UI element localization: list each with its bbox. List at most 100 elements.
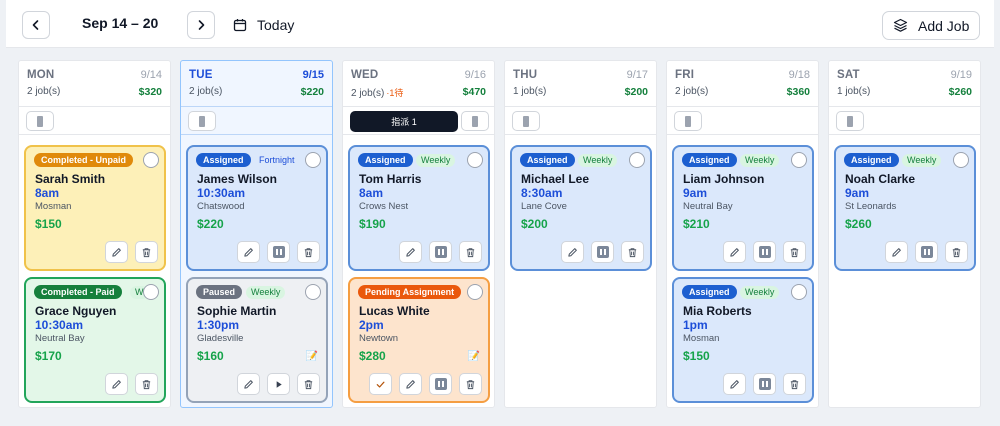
pause-button[interactable]	[753, 373, 776, 395]
prev-week-button[interactable]	[22, 11, 50, 39]
pause-button[interactable]	[753, 241, 776, 263]
suburb: St Leonards	[845, 201, 897, 212]
job-time: 8:30am	[521, 186, 563, 200]
edit-button[interactable]	[105, 373, 128, 395]
day-total: $220	[300, 86, 324, 98]
trash-icon	[952, 247, 961, 257]
suburb: Mosman	[683, 333, 720, 344]
delete-button[interactable]	[459, 373, 482, 395]
select-checkbox[interactable]	[791, 152, 807, 168]
edit-button[interactable]	[723, 373, 746, 395]
select-checkbox[interactable]	[305, 152, 321, 168]
panel-icon	[37, 115, 43, 127]
pause-button[interactable]	[429, 241, 452, 263]
day-toggle-button[interactable]	[188, 111, 216, 131]
job-price: $200	[521, 217, 548, 231]
edit-button[interactable]	[105, 241, 128, 263]
job-time: 9am	[683, 186, 708, 200]
delete-button[interactable]	[621, 241, 644, 263]
status-badge: Assigned	[196, 153, 251, 167]
select-checkbox[interactable]	[305, 284, 321, 300]
select-checkbox[interactable]	[791, 284, 807, 300]
job-count: 2 job(s)	[675, 86, 709, 97]
delete-button[interactable]	[297, 241, 320, 263]
select-checkbox[interactable]	[143, 152, 159, 168]
edit-button[interactable]	[237, 241, 260, 263]
add-job-button[interactable]: Add Job	[882, 11, 980, 40]
pause-icon	[434, 378, 447, 390]
day-tools	[667, 107, 818, 135]
status-badge: Assigned	[682, 153, 737, 167]
next-week-button[interactable]	[187, 11, 215, 39]
status-badge: Paused	[196, 285, 243, 299]
pause-button[interactable]	[591, 241, 614, 263]
day-toggle-button[interactable]	[836, 111, 864, 131]
job-price: $280	[359, 349, 386, 363]
day-date: 9/17	[626, 69, 648, 81]
dispatch-button[interactable]: 指派 1	[350, 111, 458, 132]
panel-icon	[472, 115, 478, 127]
day-toggle-button[interactable]	[26, 111, 54, 131]
delete-button[interactable]	[135, 373, 158, 395]
delete-button[interactable]	[297, 373, 320, 395]
suburb: Mosman	[35, 201, 72, 212]
select-checkbox[interactable]	[143, 284, 159, 300]
trash-icon	[304, 379, 313, 389]
job-time: 8am	[359, 186, 384, 200]
select-checkbox[interactable]	[953, 152, 969, 168]
pause-button[interactable]	[429, 373, 452, 395]
day-toggle-button[interactable]	[461, 111, 489, 131]
job-card[interactable]: Assigned Weekly Michael Lee 8:30am Lane …	[510, 145, 652, 271]
job-count: 1 job(s)	[513, 86, 547, 97]
delete-button[interactable]	[459, 241, 482, 263]
delete-button[interactable]	[783, 241, 806, 263]
job-card[interactable]: Assigned Weekly Liam Johnson 9am Neutral…	[672, 145, 814, 271]
client-name: Grace Nguyen	[35, 304, 117, 318]
pause-icon	[596, 246, 609, 258]
job-card[interactable]: Assigned Weekly Mia Roberts 1pm Mosman $…	[672, 277, 814, 403]
job-card[interactable]: Assigned Weekly Tom Harris 8am Crows Nes…	[348, 145, 490, 271]
edit-button[interactable]	[885, 241, 908, 263]
status-badge: Assigned	[520, 153, 575, 167]
job-card[interactable]: Pending Assignment Lucas White 2pm Newto…	[348, 277, 490, 403]
suburb: Neutral Bay	[35, 333, 85, 344]
day-header: FRI 9/18 2 job(s) $360	[667, 61, 818, 107]
pause-button[interactable]	[267, 241, 290, 263]
suburb: Newtown	[359, 333, 399, 344]
delete-button[interactable]	[135, 241, 158, 263]
edit-button[interactable]	[399, 373, 422, 395]
day-total: $260	[948, 86, 972, 98]
delete-button[interactable]	[945, 241, 968, 263]
today-button[interactable]: Today	[233, 11, 294, 39]
job-card[interactable]: Assigned Fortnight James Wilson 10:30am …	[186, 145, 328, 271]
job-card[interactable]: Paused Weekly Sophie Martin 1:30pm Glade…	[186, 277, 328, 403]
trash-icon	[142, 247, 151, 257]
select-checkbox[interactable]	[467, 152, 483, 168]
job-card[interactable]: Completed - Paid W Grace Nguyen 10:30am …	[24, 277, 166, 403]
day-tools	[505, 107, 656, 135]
trash-icon	[790, 379, 799, 389]
delete-button[interactable]	[783, 373, 806, 395]
edit-button[interactable]	[237, 373, 260, 395]
job-card[interactable]: Assigned Weekly Noah Clarke 9am St Leona…	[834, 145, 976, 271]
suburb: Chatswood	[197, 201, 245, 212]
note-icon: 📝	[467, 351, 480, 362]
job-card[interactable]: Completed - Unpaid Sarah Smith 8am Mosma…	[24, 145, 166, 271]
panel-icon	[523, 115, 529, 127]
day-toggle-button[interactable]	[674, 111, 702, 131]
select-checkbox[interactable]	[629, 152, 645, 168]
select-checkbox[interactable]	[467, 284, 483, 300]
day-total: $360	[786, 86, 810, 98]
resume-button[interactable]	[267, 373, 290, 395]
day-toggle-button[interactable]	[512, 111, 540, 131]
day-tools	[181, 107, 332, 135]
edit-button[interactable]	[399, 241, 422, 263]
edit-button[interactable]	[561, 241, 584, 263]
pause-button[interactable]	[915, 241, 938, 263]
edit-button[interactable]	[723, 241, 746, 263]
status-badge: Assigned	[844, 153, 899, 167]
trash-icon	[142, 379, 151, 389]
day-header: MON 9/14 2 job(s) $320	[19, 61, 170, 107]
job-price: $150	[35, 217, 62, 231]
confirm-button[interactable]	[369, 373, 392, 395]
